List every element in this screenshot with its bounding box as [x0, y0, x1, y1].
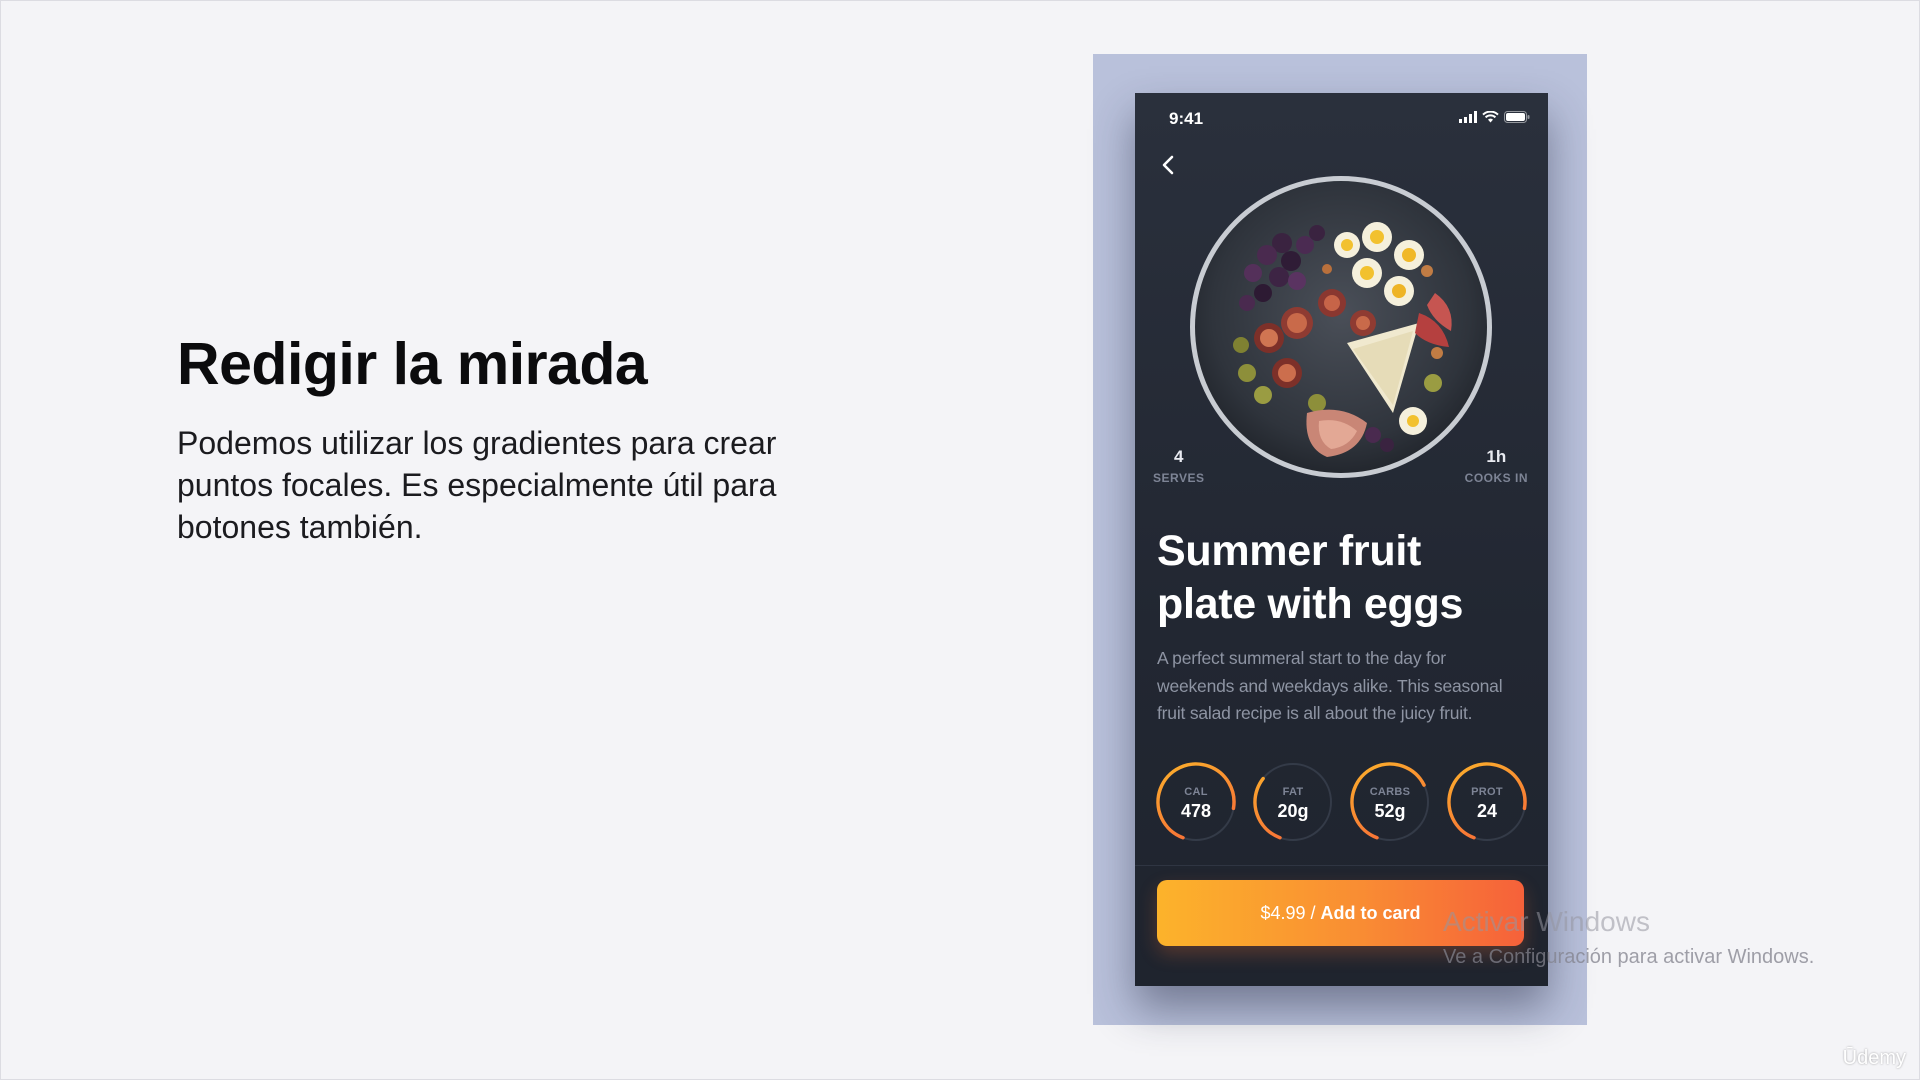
wifi-icon — [1482, 111, 1499, 123]
stat-cooks-in-value: 1h — [1486, 447, 1507, 466]
back-button[interactable] — [1153, 149, 1185, 181]
recipe-description-line-1: A perfect summeral start to the day for — [1157, 648, 1446, 668]
nutrition-ring-prot: PROT 24 — [1446, 761, 1528, 843]
nutrition-value: 24 — [1476, 801, 1498, 821]
nutrition-value: 20g — [1277, 801, 1309, 821]
nutrition-label: FAT — [1282, 786, 1304, 798]
slide-title: Redigir la mirada — [177, 331, 648, 397]
udemy-logo: Ūdemy — [1842, 1047, 1906, 1069]
nutrition-value: 52g — [1374, 801, 1406, 821]
recipe-description: A perfect summeral start to the day for … — [1157, 645, 1542, 728]
nutrition-value: 478 — [1180, 801, 1212, 821]
nutrition-ring-carbs: CARBS 52g — [1349, 761, 1431, 843]
signal-icon — [1459, 111, 1477, 123]
nutrition-ring-fat: FAT 20g — [1252, 761, 1334, 843]
chevron-left-icon — [1162, 155, 1174, 175]
recipe-title-line-2: plate with eggs — [1157, 580, 1464, 628]
battery-icon — [1504, 111, 1530, 123]
stat-serves: 4 SERVES — [1153, 447, 1204, 485]
stat-serves-value: 4 — [1174, 447, 1184, 466]
stat-serves-label: SERVES — [1153, 471, 1205, 485]
recipe-description-line-2: weekends and weekdays alike. This season… — [1157, 675, 1503, 696]
recipe-description-line-3: fruit salad recipe is all about the juic… — [1157, 703, 1473, 723]
status-time: 9:41 — [1169, 109, 1204, 128]
nutrition-rings: CAL 478 FAT 20g CARBS 52g PROT 24 — [1155, 761, 1535, 845]
status-icons — [1459, 111, 1530, 123]
windows-activation-subtitle: Ve a Configuración para activar Windows. — [1443, 946, 1815, 968]
nutrition-label: CAL — [1184, 786, 1208, 798]
phone-screen: 9:41 4 SERVES 1h COOKS IN Summer fruit p… — [1135, 93, 1548, 986]
food-plate-image — [1190, 176, 1492, 478]
windows-activation-title: Activar Windows — [1443, 906, 1650, 937]
cta-action: Add to card — [1320, 902, 1421, 923]
stat-cooks-in: 1h COOKS IN — [1465, 447, 1528, 485]
stat-cooks-in-label: COOKS IN — [1464, 471, 1528, 485]
recipe-title-line-1: Summer fruit — [1157, 527, 1421, 575]
nutrition-label: PROT — [1471, 786, 1503, 798]
slide-body-text: Podemos utilizar los gradientes para cre… — [177, 425, 777, 545]
nutrition-ring-cal: CAL 478 — [1155, 761, 1237, 843]
recipe-title: Summer fruit plate with eggs — [1157, 525, 1537, 631]
nutrition-label: CARBS — [1369, 786, 1411, 798]
divider — [1135, 865, 1548, 866]
cta-price: $4.99 / — [1260, 902, 1316, 923]
